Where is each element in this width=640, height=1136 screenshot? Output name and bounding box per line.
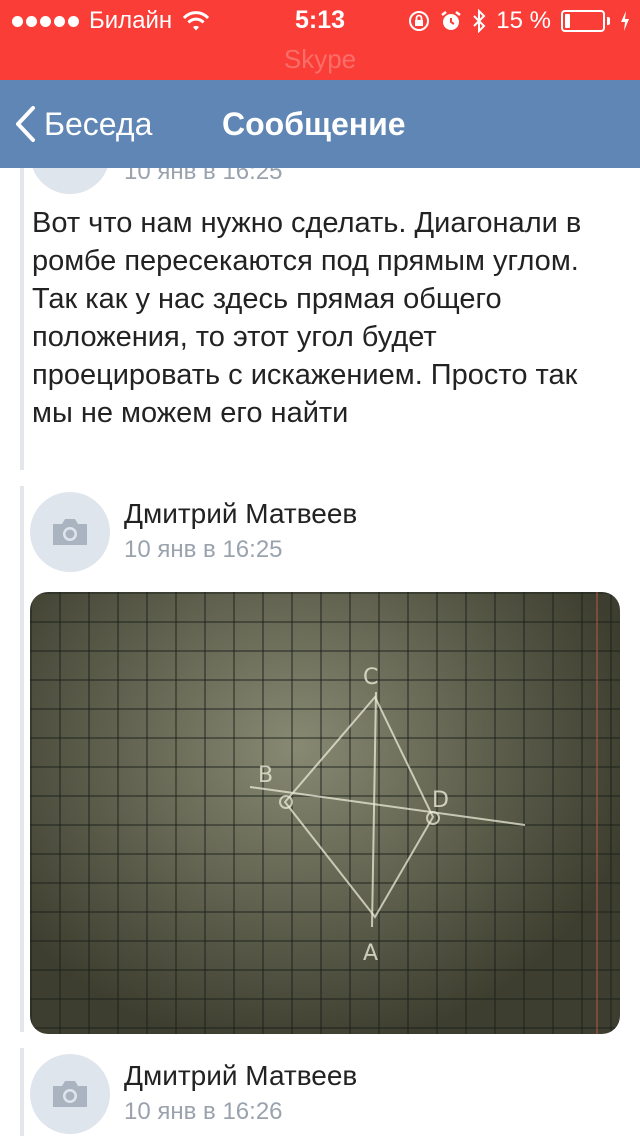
nav-bar: Беседа Сообщение	[0, 80, 640, 168]
camera-icon	[53, 519, 87, 545]
message-divider	[20, 1048, 24, 1136]
label-d: D	[432, 788, 449, 813]
message-time: 10 янв в 16:25	[124, 168, 283, 185]
message-divider	[20, 486, 24, 1032]
battery-icon	[561, 10, 610, 32]
message-time: 10 янв в 16:25	[124, 536, 283, 563]
label-c: С	[363, 665, 378, 690]
avatar[interactable]	[30, 1054, 110, 1134]
message-divider	[20, 168, 24, 470]
avatar[interactable]	[30, 168, 110, 194]
rotation-lock-icon	[409, 11, 430, 31]
avatar[interactable]	[30, 492, 110, 572]
bluetooth-icon	[473, 9, 486, 33]
ghost-app-title: Skype	[283, 44, 357, 74]
chevron-left-icon	[16, 106, 35, 142]
status-bar: Билайн 5:13 15 % Skype	[0, 0, 640, 80]
author-name[interactable]: Дмитрий Матвеев	[124, 498, 357, 530]
label-b: В	[258, 763, 273, 788]
page-title: Сообщение	[222, 106, 406, 142]
message-photo[interactable]: С В D А	[30, 592, 620, 1034]
message-text: Вот что нам нужно сделать. Диагонали в р…	[32, 207, 582, 429]
battery-percent: 15 %	[496, 7, 551, 34]
back-button[interactable]: Беседа	[14, 102, 152, 146]
back-button-label: Беседа	[44, 105, 153, 142]
camera-icon	[53, 1081, 87, 1107]
message-time: 10 янв в 16:26	[124, 1098, 283, 1125]
camera-icon	[50, 168, 90, 169]
author-name[interactable]: Дмитрий Матвеев	[124, 1060, 357, 1092]
label-a: А	[363, 941, 378, 966]
battery-level	[565, 14, 570, 28]
rhombus-sketch: С В D А	[249, 665, 526, 966]
message-feed[interactable]: 10 янв в 16:25 Вот что нам нужно сделать…	[0, 168, 640, 1136]
charging-icon	[621, 11, 629, 31]
status-right: 15 %	[408, 6, 630, 36]
alarm-icon	[441, 11, 462, 30]
